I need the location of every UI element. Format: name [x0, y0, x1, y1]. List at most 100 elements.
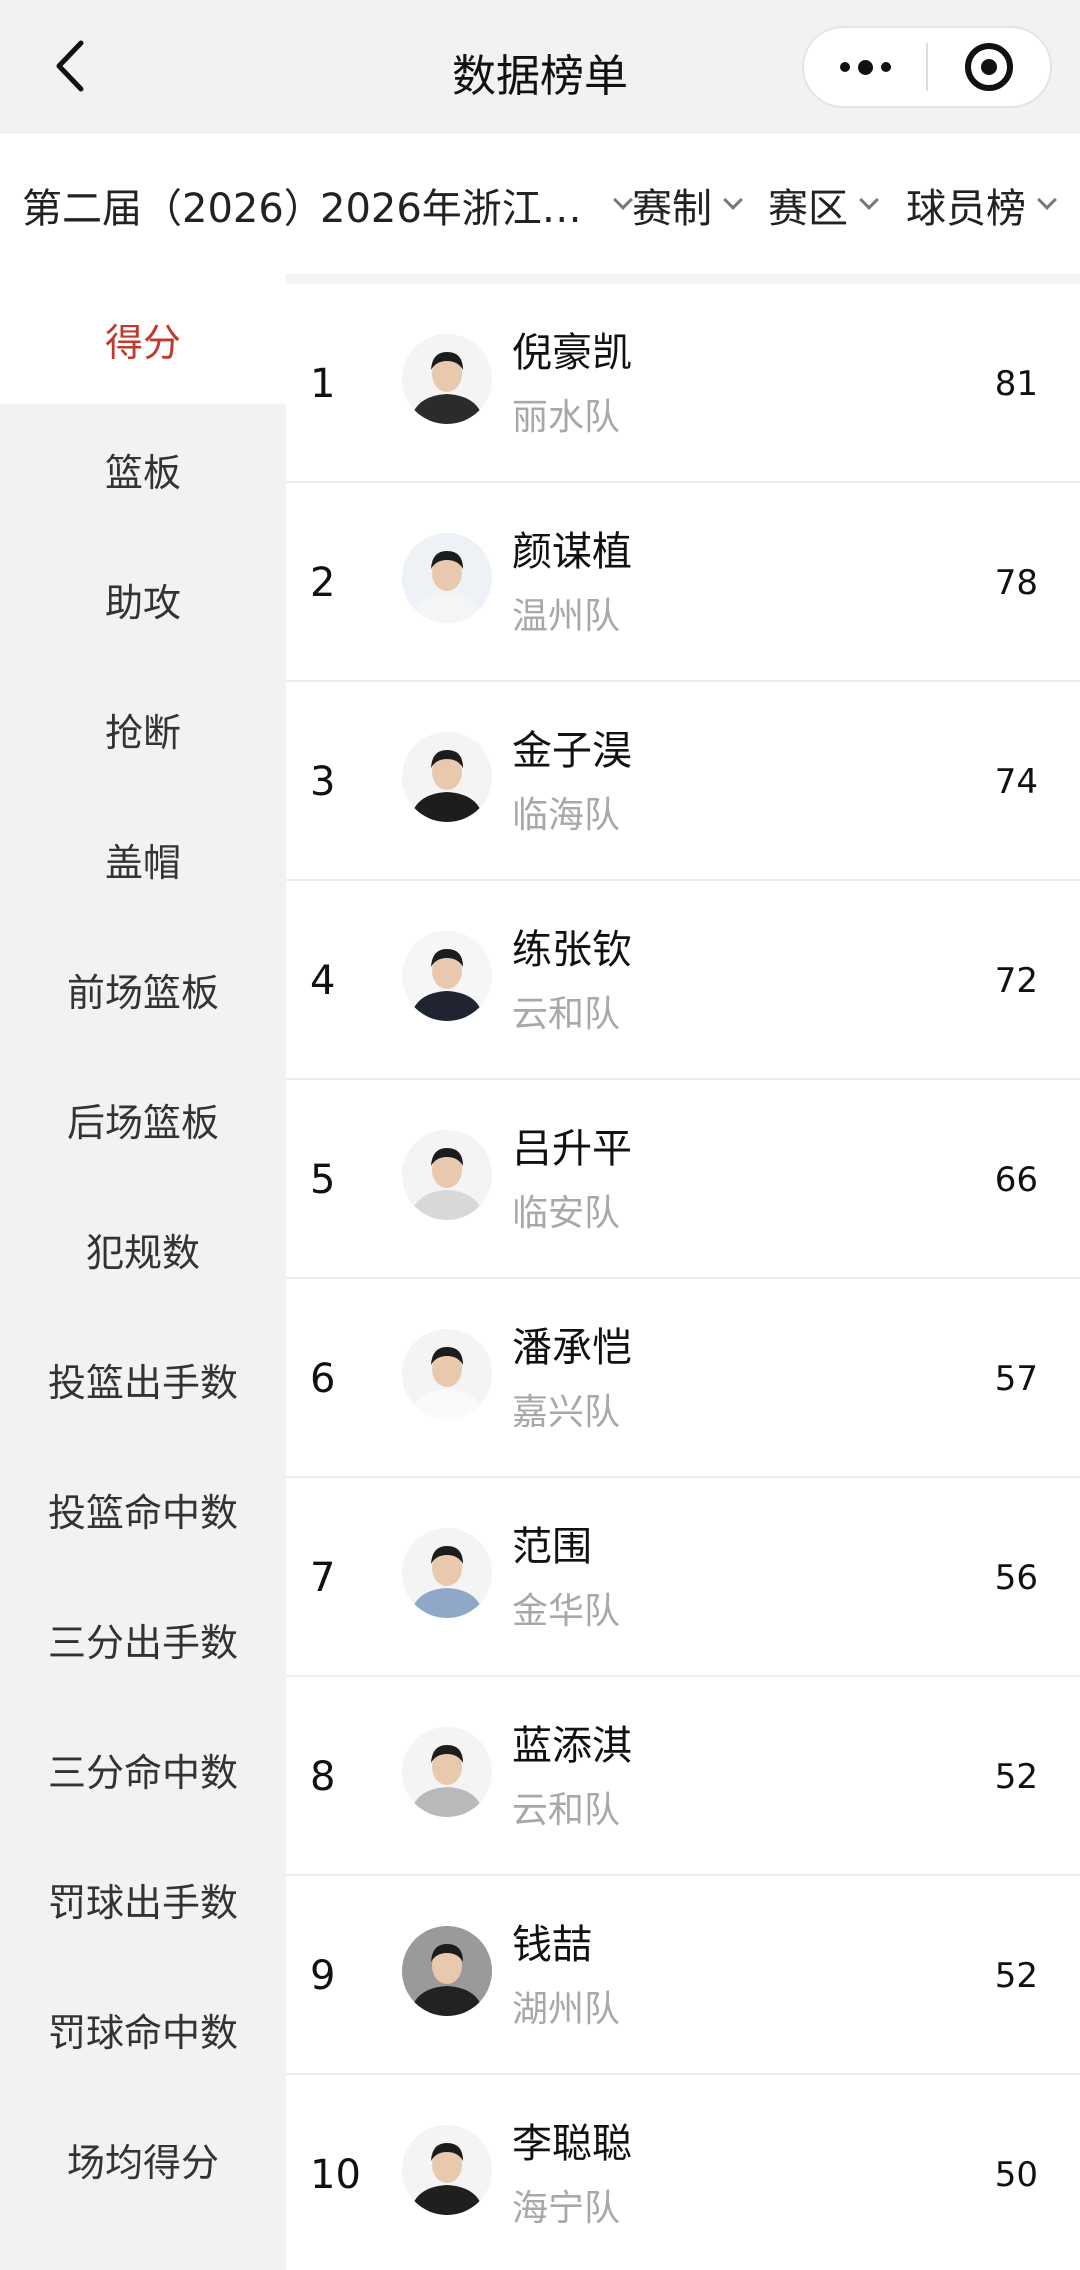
player-name: 倪豪凯 [512, 330, 632, 376]
person-avatar-icon [402, 1528, 492, 1618]
avatar [402, 1130, 492, 1220]
sidebar-item-label: 罚球命中数 [47, 2010, 238, 2055]
stat-value: 72 [994, 960, 1038, 1001]
sidebar-item-label: 抢断 [104, 710, 181, 755]
avatar [402, 931, 492, 1021]
rank-number: 4 [310, 957, 336, 1004]
sidebar-item-label: 三分命中数 [47, 1750, 238, 1795]
region-filter-label: 赛区 [768, 186, 848, 232]
stat-value: 50 [994, 2154, 1038, 2195]
player-name: 金子淏 [512, 728, 632, 774]
stat-category-sidebar: 得分 篮板 助攻 抢断 盖帽 前场篮板 后场篮板 犯规数 投篮出手数 投篮命中数… [0, 274, 286, 2270]
board-filter[interactable]: 球员榜 [906, 176, 1057, 234]
sidebar-item-blocks[interactable]: 盖帽 [0, 794, 286, 924]
sidebar-item-label: 投篮命中数 [47, 1490, 238, 1535]
sidebar-item-rebounds[interactable]: 篮板 [0, 404, 286, 534]
sidebar-item-label: 篮板 [104, 450, 181, 495]
sidebar-item-label: 盖帽 [104, 840, 181, 885]
person-avatar-icon [402, 931, 492, 1021]
chevron-down-icon [1037, 190, 1057, 210]
table-row[interactable]: 2 颜谋植 温州队 78 [286, 483, 1080, 682]
sidebar-item-label: 得分 [104, 320, 181, 365]
person-avatar-icon [402, 1329, 492, 1419]
stat-value: 52 [994, 1955, 1038, 1996]
sidebar-item-assists[interactable]: 助攻 [0, 534, 286, 664]
person-avatar-icon [402, 1926, 492, 2016]
player-name: 练张钦 [512, 927, 632, 973]
rank-number: 1 [310, 360, 336, 407]
table-row[interactable]: 1 倪豪凯丽水队 81 [286, 284, 1080, 483]
sidebar-item-defensive-rebounds[interactable]: 后场篮板 [0, 1054, 286, 1184]
sidebar-item-fouls[interactable]: 犯规数 [0, 1184, 286, 1314]
sidebar-item-fg-made[interactable]: 投篮命中数 [0, 1444, 286, 1574]
player-name: 钱喆 [512, 1922, 592, 1968]
league-filter[interactable]: 2026年浙江… [320, 176, 633, 234]
sidebar-item-label: 前场篮板 [66, 970, 219, 1015]
avatar [402, 533, 492, 623]
more-button[interactable] [804, 28, 926, 106]
ranking-list: 1 倪豪凯 丽水队 81 2 颜谋植 温州队 78 3 金子淏 临海队 74 4 练张钦 云和队 72 5 吕升平… [286, 274, 1080, 2270]
player-team: 海宁队 [512, 2188, 621, 2229]
sidebar-item-offensive-rebounds[interactable]: 前场篮板 [0, 924, 286, 1054]
sidebar-item-ft-attempts[interactable]: 罚球出手数 [0, 1834, 286, 1964]
table-row[interactable]: 7 范围 金华队 56 [286, 1478, 1080, 1677]
chevron-down-icon [859, 190, 879, 210]
table-row[interactable]: 9 钱喆 湖州队 52 [286, 1876, 1080, 2075]
avatar [402, 732, 492, 822]
table-row[interactable]: 6 潘承恺 嘉兴队 57 [286, 1279, 1080, 1478]
chevron-down-icon [723, 190, 743, 210]
format-filter-label: 赛制 [632, 186, 712, 232]
stat-value: 52 [994, 1756, 1038, 1797]
sidebar-item-label: 投篮出手数 [47, 1360, 238, 1405]
sidebar-item-label: 后场篮板 [66, 1100, 219, 1145]
table-row[interactable]: 3 金子淏临海队 74 [286, 682, 1080, 881]
person-avatar-icon [402, 1130, 492, 1220]
person-avatar-icon [402, 2125, 492, 2215]
sidebar-item-fg-attempts[interactable]: 投篮出手数 [0, 1314, 286, 1444]
table-row[interactable]: 4 练张钦 云和队 72 [286, 881, 1080, 1080]
sidebar-item-points[interactable]: 得分 [0, 274, 286, 404]
player-team: 云和队 [512, 1790, 621, 1831]
table-row[interactable]: 5 吕升平 临安队 66 [286, 1080, 1080, 1279]
season-filter-label: 第二届（2026） [22, 186, 324, 232]
sidebar-item-ft-made[interactable]: 罚球命中数 [0, 1964, 286, 2094]
person-avatar-icon [402, 334, 492, 424]
target-icon [964, 43, 1013, 91]
sidebar-item-ppg[interactable]: 场均得分 [0, 2094, 286, 2224]
stat-value: 66 [994, 1159, 1038, 1200]
player-team: 丽水队 [512, 397, 621, 438]
table-row[interactable]: 8 蓝添淇 云和队 52 [286, 1677, 1080, 1876]
player-team: 温州队 [512, 596, 621, 637]
filter-bar: 第二届（2026） 2026年浙江… 赛制 赛区 球员榜 [0, 134, 1080, 274]
sidebar-item-label: 犯规数 [85, 1230, 200, 1275]
close-program-button[interactable] [928, 28, 1050, 106]
stat-value: 78 [994, 562, 1038, 603]
sidebar-item-label: 三分出手数 [47, 1620, 238, 1665]
rank-number: 10 [310, 2151, 361, 2198]
format-filter[interactable]: 赛制 [632, 176, 743, 234]
season-filter[interactable]: 第二届（2026） [22, 176, 324, 234]
top-nav-bar: 数据榜单 [0, 0, 1080, 134]
region-filter[interactable]: 赛区 [768, 176, 879, 234]
sidebar-item-label: 场均得分 [66, 2140, 219, 2185]
avatar [402, 2125, 492, 2215]
avatar [402, 1926, 492, 2016]
player-team: 湖州队 [512, 1989, 621, 2030]
table-row[interactable]: 10 李聪聪 海宁队 50 [286, 2075, 1080, 2270]
player-team: 临海队 [512, 795, 621, 836]
league-filter-label: 2026年浙江… [320, 186, 582, 232]
sidebar-item-label: 助攻 [104, 580, 181, 625]
rank-number: 7 [310, 1554, 336, 1601]
stat-value: 57 [994, 1358, 1038, 1399]
stat-value: 81 [994, 363, 1038, 404]
sidebar-item-3pt-attempts[interactable]: 三分出手数 [0, 1574, 286, 1704]
stat-value: 74 [994, 761, 1038, 802]
avatar [402, 334, 492, 424]
rank-number: 3 [310, 758, 336, 805]
sidebar-item-3pt-made[interactable]: 三分命中数 [0, 1704, 286, 1834]
person-avatar-icon [402, 533, 492, 623]
chevron-down-icon [612, 190, 633, 210]
sidebar-item-steals[interactable]: 抢断 [0, 664, 286, 794]
player-name: 吕升平 [512, 1126, 632, 1172]
avatar [402, 1727, 492, 1817]
